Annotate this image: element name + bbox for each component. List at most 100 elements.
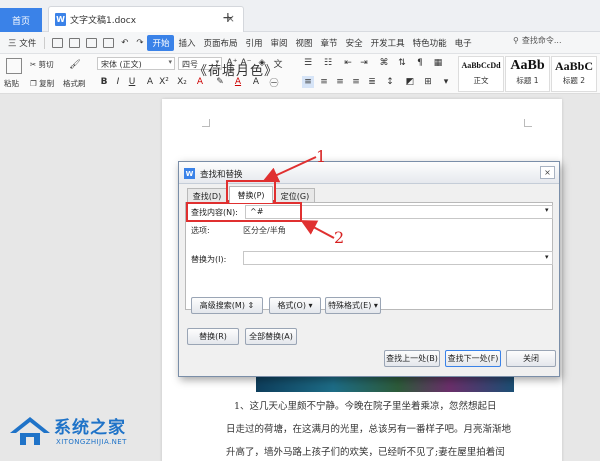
paste-icon[interactable] (6, 58, 22, 74)
style-heading-1-preview: AaBb (510, 58, 545, 73)
find-replace-dialog: W 查找和替换 × 查找(D) 替换(P) 定位(G) 查找内容(N): ^# … (178, 161, 560, 377)
find-previous-button[interactable]: 查找上一处(B) (384, 350, 440, 367)
subscript-icon[interactable]: X₂ (176, 76, 188, 88)
replace-with-input[interactable] (243, 251, 553, 265)
bullet-list-icon[interactable]: ☰ (302, 57, 314, 69)
close-button[interactable]: 关闭 (506, 350, 556, 367)
replace-with-label: 替换为(I): (191, 255, 227, 264)
document-icon: W (55, 13, 66, 26)
print-icon[interactable] (86, 37, 98, 48)
italic-icon[interactable]: I (112, 76, 124, 88)
options-value: 区分全/半角 (243, 226, 286, 235)
find-history-dropdown-icon[interactable]: ▾ (545, 206, 549, 214)
replace-button[interactable]: 替换(R) (187, 328, 239, 345)
decrease-indent-icon[interactable]: ⇤ (342, 57, 354, 69)
sort-icon[interactable]: ⇅ (396, 57, 408, 69)
style-normal[interactable]: AaBbCcDd 正文 (458, 56, 504, 92)
borders-icon[interactable]: ⊞ (422, 76, 434, 88)
menu-separator (44, 36, 46, 49)
increase-indent-icon[interactable]: ⇥ (358, 57, 370, 69)
replace-history-dropdown-icon[interactable]: ▾ (545, 253, 549, 261)
wps-app-icon: W (184, 168, 195, 179)
format-painter-label[interactable]: 格式刷 (63, 78, 86, 89)
annotation-highlight-find-field (186, 202, 302, 222)
replace-all-button[interactable]: 全部替换(A) (245, 328, 297, 345)
annotation-number-1: 1 (316, 147, 327, 166)
dialog-close-button[interactable]: × (540, 166, 555, 179)
margin-mark (202, 119, 210, 127)
dialog-title: 查找和替换 (200, 170, 243, 180)
menu-item-chapter[interactable]: 章节 (317, 37, 342, 49)
align-right-icon[interactable]: ≡ (334, 76, 346, 88)
border-dropdown-icon[interactable]: ▾ (440, 76, 452, 88)
file-menu[interactable]: 三 文件 (4, 37, 40, 49)
format-button[interactable]: 格式(O) ▾ (269, 297, 321, 314)
cut-label: 剪切 (38, 60, 54, 69)
tab-find[interactable]: 查找(D) (187, 188, 227, 203)
copy-button[interactable]: ❐ 复制 (30, 78, 54, 89)
redo-icon[interactable]: ↷ (132, 38, 147, 48)
title-bar: 首页 W 文字文稿1.docx × + (0, 0, 600, 32)
line-spacing-icon[interactable]: ↕ (384, 76, 396, 88)
paste-label[interactable]: 粘贴 (4, 78, 19, 89)
menu-item-references[interactable]: 引用 (242, 37, 267, 49)
menu-item-insert[interactable]: 插入 (174, 37, 199, 49)
menu-item-review[interactable]: 审阅 (267, 37, 292, 49)
tab-document[interactable]: W 文字文稿1.docx × (48, 6, 244, 32)
copy-label: 复制 (39, 79, 55, 88)
style-heading-1-label: 标题 1 (516, 76, 539, 85)
tab-goto[interactable]: 定位(G) (275, 188, 315, 203)
format-painter-icon[interactable]: 🖌 (68, 58, 82, 72)
shading-icon[interactable]: ◩ (404, 76, 416, 88)
command-search[interactable]: ⚲ 查找命令... (513, 35, 562, 46)
strikethrough-icon[interactable]: A (144, 76, 156, 88)
justify-icon[interactable]: ≡ (350, 76, 362, 88)
style-normal-label: 正文 (473, 76, 489, 85)
menu-item-page-layout[interactable]: 页面布局 (199, 37, 241, 49)
undo-icon[interactable]: ↶ (117, 38, 132, 48)
style-heading-2-label: 标题 2 (562, 76, 586, 85)
find-next-button[interactable]: 查找下一处(F) (445, 350, 501, 367)
print-preview-icon[interactable] (103, 37, 115, 48)
style-heading-2[interactable]: AaBbC 标题 2 (551, 56, 597, 92)
options-label: 选项: (191, 226, 210, 235)
open-icon[interactable] (69, 37, 81, 48)
menu-item-start[interactable]: 开始 (147, 34, 175, 51)
menu-bar: 三 文件 ↶ ↷ 开始 插入 页面布局 引用 审阅 视图 章节 安全 开发工具 … (0, 32, 600, 54)
menu-item-features[interactable]: 特色功能 (409, 37, 451, 49)
search-icon: ⚲ (513, 36, 519, 45)
special-format-button[interactable]: 特殊格式(E) ▾ (325, 297, 381, 314)
style-normal-preview: AaBbCcDd (461, 61, 501, 70)
tab-replace[interactable]: 替换(P) (229, 186, 273, 203)
watermark-name: 系统之家 (54, 418, 126, 438)
cut-button[interactable]: ✂ 剪切 (30, 59, 54, 70)
paragraph-line: 升高了，墙外马路上孩子们的欢笑，已经听不见了;妻在屋里拍着闰 (226, 447, 505, 458)
menu-item-view[interactable]: 视图 (292, 37, 317, 49)
save-icon[interactable] (52, 37, 64, 48)
ribbon-toolbar: 粘贴 ✂ 剪切 ❐ 复制 🖌 格式刷 宋体 (正文) 四号 A⁺ A⁻ ◈ 文 … (0, 54, 600, 94)
distribute-icon[interactable]: ≣ (366, 76, 378, 88)
table-icon[interactable]: ▦ (432, 57, 444, 69)
numbered-list-icon[interactable]: ☷ (322, 57, 334, 69)
underline-icon[interactable]: U (126, 76, 138, 88)
show-marks-icon[interactable]: ¶ (414, 57, 426, 69)
menu-item-electronic[interactable]: 电子 (451, 37, 476, 49)
command-search-label: 查找命令... (521, 36, 562, 45)
style-heading-1[interactable]: AaBb 标题 1 (505, 56, 550, 92)
margin-mark (524, 119, 532, 127)
bold-icon[interactable]: B (98, 76, 110, 88)
superscript-icon[interactable]: X² (158, 76, 170, 88)
style-heading-2-preview: AaBbC (554, 59, 593, 73)
advanced-search-button[interactable]: 高级搜索(M) ⇕ (191, 297, 263, 314)
new-tab-button[interactable]: + (222, 10, 234, 26)
menu-item-developer[interactable]: 开发工具 (367, 37, 409, 49)
chinese-layout-icon[interactable]: ⌘ (378, 57, 390, 69)
watermark: 系统之家 XITONGZHIJIA.NET (8, 405, 168, 457)
align-center-icon[interactable]: ≡ (318, 76, 330, 88)
paragraph-line: 1、这几天心里颇不宁静。今晚在院子里坐着乘凉，忽然想起日 (234, 401, 497, 412)
tab-home[interactable]: 首页 (0, 8, 42, 32)
align-left-icon[interactable]: ≡ (302, 76, 314, 88)
menu-item-security[interactable]: 安全 (342, 37, 367, 49)
font-name-select[interactable]: 宋体 (正文) (97, 57, 175, 70)
annotation-number-2: 2 (334, 228, 345, 247)
